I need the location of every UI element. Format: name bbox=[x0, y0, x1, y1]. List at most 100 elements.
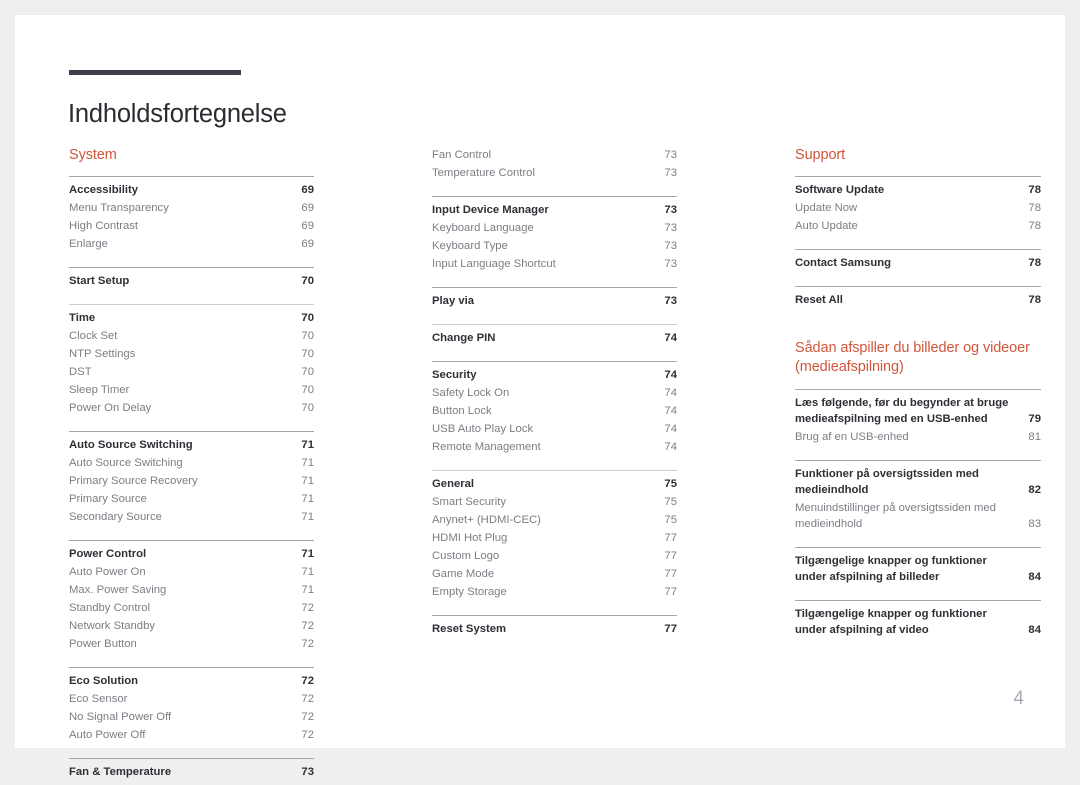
toc-entry[interactable]: Standby Control 72 bbox=[69, 599, 314, 617]
toc-entry[interactable]: Fan & Temperature 73 bbox=[69, 763, 314, 781]
toc-entry-label: Change PIN bbox=[432, 332, 496, 344]
toc-entry[interactable]: Auto Power On 71 bbox=[69, 563, 314, 581]
toc-entry[interactable]: No Signal Power Off 72 bbox=[69, 708, 314, 726]
toc-entry[interactable]: Sleep Timer 70 bbox=[69, 381, 314, 399]
toc-entry[interactable]: Software Update 78 bbox=[795, 181, 1041, 199]
toc-entry-label: Reset System bbox=[432, 623, 507, 635]
toc-entry[interactable]: Contact Samsung 78 bbox=[795, 254, 1041, 272]
section-heading-media: Sådan afspiller du billeder og videoer (… bbox=[795, 340, 1030, 375]
toc-columns: System Accessibility 69 Menu Transparency 6… bbox=[54, 146, 1066, 778]
toc-entry[interactable]: Empty Storage 77 bbox=[432, 583, 677, 601]
toc-entry[interactable]: Safety Lock On 74 bbox=[432, 384, 677, 402]
toc-entry[interactable]: Change PIN 74 bbox=[432, 329, 677, 347]
toc-entry[interactable]: Power Button 72 bbox=[69, 635, 314, 653]
toc-entry[interactable]: Game Mode 77 bbox=[432, 565, 677, 583]
toc-entry[interactable]: Keyboard Type 73 bbox=[432, 237, 677, 255]
toc-entry[interactable]: Temperature Control 73 bbox=[432, 164, 677, 182]
toc-entry[interactable]: Eco Sensor 72 bbox=[69, 690, 314, 708]
toc-entry-label: Fan Control bbox=[432, 149, 492, 161]
toc-entry[interactable]: Fan Control 73 bbox=[432, 146, 677, 164]
toc-entry[interactable]: Menu Transparency 69 bbox=[69, 199, 314, 217]
toc-entry[interactable]: Primary Source 71 bbox=[69, 490, 314, 508]
toc-entry[interactable]: Button Lock 74 bbox=[432, 402, 677, 420]
toc-entry-page: 70 bbox=[301, 330, 314, 342]
toc-entry[interactable]: Power Control 71 bbox=[69, 545, 314, 563]
toc-entry-label: Button Lock bbox=[432, 405, 492, 417]
toc-entry[interactable]: Keyboard Language 73 bbox=[432, 219, 677, 237]
toc-entry[interactable]: Network Standby 72 bbox=[69, 617, 314, 635]
toc-entry[interactable]: Remote Management 74 bbox=[432, 438, 677, 456]
toc-entry[interactable]: Auto Source Switching 71 bbox=[69, 436, 314, 454]
toc-entry-page: 70 bbox=[301, 402, 314, 414]
toc-entry[interactable]: Start Setup 70 bbox=[69, 272, 314, 290]
toc-entry-label: Brug af en USB-enhed bbox=[795, 431, 909, 443]
toc-entry[interactable]: Clock Set 70 bbox=[69, 327, 314, 345]
toc-entry-page: 69 bbox=[301, 202, 314, 214]
toc-entry-label: Input Language Shortcut bbox=[432, 258, 556, 270]
toc-entry[interactable]: Input Device Manager 73 bbox=[432, 201, 677, 219]
toc-entry-page: 71 bbox=[301, 566, 314, 578]
toc-group: Start Setup 70 bbox=[69, 267, 314, 294]
toc-entry-page: 83 bbox=[1028, 518, 1041, 530]
toc-entry[interactable]: Auto Update 78 bbox=[795, 217, 1041, 235]
toc-entry[interactable]: Eco Solution 72 bbox=[69, 672, 314, 690]
toc-entry-page: 82 bbox=[1028, 484, 1041, 496]
toc-entry[interactable]: HDMI Hot Plug 77 bbox=[432, 529, 677, 547]
toc-group: General 75 Smart Security 75 Anynet+ (HDMI-C… bbox=[432, 470, 677, 605]
toc-group: Change PIN 74 bbox=[432, 324, 677, 351]
toc-entry[interactable]: Menuindstillinger på oversigtssiden med … bbox=[795, 499, 1041, 533]
toc-entry[interactable]: Enlarge 69 bbox=[69, 235, 314, 253]
toc-entry[interactable]: Primary Source Recovery 71 bbox=[69, 472, 314, 490]
section-heading-support: Support bbox=[795, 147, 846, 163]
toc-entry[interactable]: NTP Settings 70 bbox=[69, 345, 314, 363]
toc-entry[interactable]: Accessibility 69 bbox=[69, 181, 314, 199]
toc-entry-page: 75 bbox=[664, 496, 677, 508]
toc-entry[interactable]: Max. Power Saving 71 bbox=[69, 581, 314, 599]
toc-entry[interactable]: Smart Security 75 bbox=[432, 493, 677, 511]
toc-entry[interactable]: Auto Power Off 72 bbox=[69, 726, 314, 744]
toc-entry[interactable]: DST 70 bbox=[69, 363, 314, 381]
toc-entry-label: Anynet+ (HDMI-CEC) bbox=[432, 514, 541, 526]
toc-entry[interactable]: Reset System 77 bbox=[432, 620, 677, 638]
toc-entry[interactable]: Brug af en USB-enhed 81 bbox=[795, 428, 1041, 446]
toc-entry-label: Power Button bbox=[69, 638, 137, 650]
toc-entry[interactable]: Tilgængelige knapper og funktioner under… bbox=[795, 552, 1041, 586]
toc-entry-page: 74 bbox=[664, 332, 677, 344]
toc-entry[interactable]: Play via 73 bbox=[432, 292, 677, 310]
toc-entry[interactable]: Power On Delay 70 bbox=[69, 399, 314, 417]
toc-entry-label: Accessibility bbox=[69, 184, 139, 196]
toc-entry[interactable]: Læs følgende, før du begynder at bruge m… bbox=[795, 394, 1041, 428]
toc-entry[interactable]: Anynet+ (HDMI-CEC) 75 bbox=[432, 511, 677, 529]
toc-entry-label: Remote Management bbox=[432, 441, 541, 453]
toc-entry[interactable]: Update Now 78 bbox=[795, 199, 1041, 217]
toc-group: Reset All 78 bbox=[795, 286, 1041, 313]
section-heading-system: System bbox=[69, 147, 117, 163]
toc-entry[interactable]: Auto Source Switching 71 bbox=[69, 454, 314, 472]
toc-entry[interactable]: Time 70 bbox=[69, 309, 314, 327]
toc-entry[interactable]: USB Auto Play Lock 74 bbox=[432, 420, 677, 438]
toc-entry[interactable]: Tilgængelige knapper og funktioner under… bbox=[795, 605, 1041, 639]
toc-entry-page: 74 bbox=[664, 369, 677, 381]
toc-entry-label: Game Mode bbox=[432, 568, 495, 580]
toc-entry[interactable]: Input Language Shortcut 73 bbox=[432, 255, 677, 273]
toc-entry[interactable]: Security 74 bbox=[432, 366, 677, 384]
toc-entry-page: 72 bbox=[301, 620, 314, 632]
toc-entry-label: Auto Source Switching bbox=[69, 457, 183, 469]
toc-entry-label: Temperature Control bbox=[432, 167, 535, 179]
toc-entry[interactable]: Funktioner på oversigtssiden med mediein… bbox=[795, 465, 1041, 499]
toc-column-1: System Accessibility 69 Menu Transparency 6… bbox=[69, 146, 314, 785]
toc-entry[interactable]: General 75 bbox=[432, 475, 677, 493]
toc-entry[interactable]: High Contrast 69 bbox=[69, 217, 314, 235]
toc-entry[interactable]: Custom Logo 77 bbox=[432, 547, 677, 565]
toc-entry[interactable]: Reset All 78 bbox=[795, 291, 1041, 309]
toc-entry[interactable]: Secondary Source 71 bbox=[69, 508, 314, 526]
toc-entry-label: Safety Lock On bbox=[432, 387, 510, 399]
toc-entry-label: Start Setup bbox=[69, 275, 130, 287]
toc-group: Time 70 Clock Set 70 NTP Settings 70 DST 70 Slee… bbox=[69, 304, 314, 421]
toc-entry-page: 73 bbox=[664, 295, 677, 307]
